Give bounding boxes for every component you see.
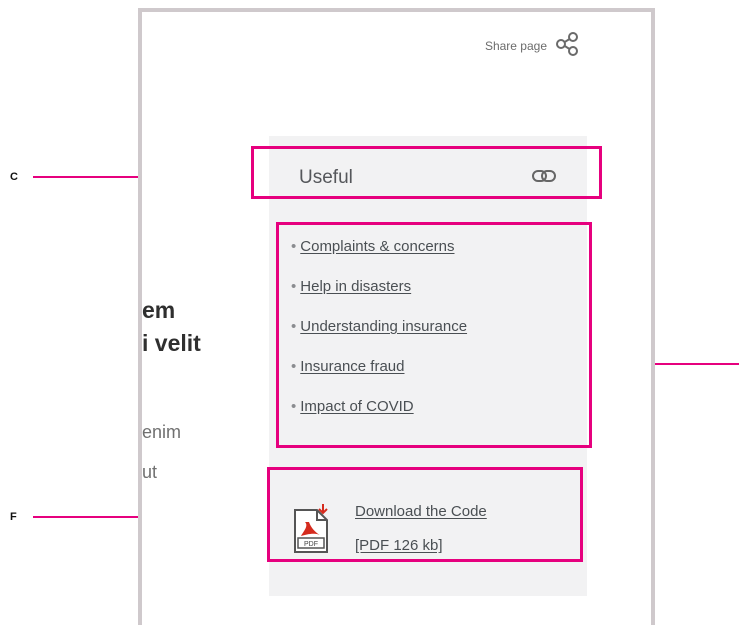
download-code-link[interactable]: PDF Download the Code [PDF 126 kb] xyxy=(291,488,576,570)
useful-panel: Useful • Complaints & concerns • Help in d… xyxy=(269,136,587,596)
bullet: • xyxy=(291,278,297,295)
link-insurance-fraud[interactable]: Insurance fraud xyxy=(300,358,404,375)
useful-links-list: • Complaints & concerns • Help in disaster… xyxy=(291,237,467,437)
svg-text:PDF: PDF xyxy=(304,541,318,548)
article-heading-line2: i velit xyxy=(142,330,201,356)
link-icon xyxy=(531,167,557,190)
link-help-in-disasters[interactable]: Help in disasters xyxy=(300,278,411,295)
callout-label-f: F xyxy=(10,511,17,523)
useful-title: Useful xyxy=(299,167,353,188)
bullet: • xyxy=(291,318,297,335)
share-page-label: Share page xyxy=(484,38,547,53)
pdf-icon: PDF xyxy=(291,502,335,556)
article-snippet: em i velit enim ut xyxy=(142,294,262,492)
bullet: • xyxy=(291,398,297,415)
article-para-line2: ut xyxy=(142,462,158,482)
download-line2: [PDF 126 kb] xyxy=(355,537,443,554)
list-item[interactable]: • Understanding insurance xyxy=(291,317,467,357)
bullet: • xyxy=(291,238,297,255)
page-frame: Share page em i velit enim ut Useful • Co… xyxy=(138,8,655,625)
article-heading-line1: em xyxy=(142,297,176,323)
link-complaints-concerns[interactable]: Complaints & concerns xyxy=(300,238,454,255)
link-understanding-insurance[interactable]: Understanding insurance xyxy=(300,318,467,335)
list-item[interactable]: • Insurance fraud xyxy=(291,357,467,397)
share-icon xyxy=(555,32,579,59)
list-item[interactable]: • Help in disasters xyxy=(291,277,467,317)
bullet: • xyxy=(291,358,297,375)
download-text[interactable]: Download the Code [PDF 126 kb] xyxy=(355,495,487,563)
list-item[interactable]: • Complaints & concerns xyxy=(291,237,467,277)
share-page-button[interactable]: Share page xyxy=(485,32,579,59)
download-line1: Download the Code xyxy=(355,503,487,520)
link-impact-of-covid[interactable]: Impact of COVID xyxy=(300,398,413,415)
article-para-line1: enim xyxy=(142,422,182,442)
callout-label-c: C xyxy=(10,171,18,183)
list-item[interactable]: • Impact of COVID xyxy=(291,397,467,437)
